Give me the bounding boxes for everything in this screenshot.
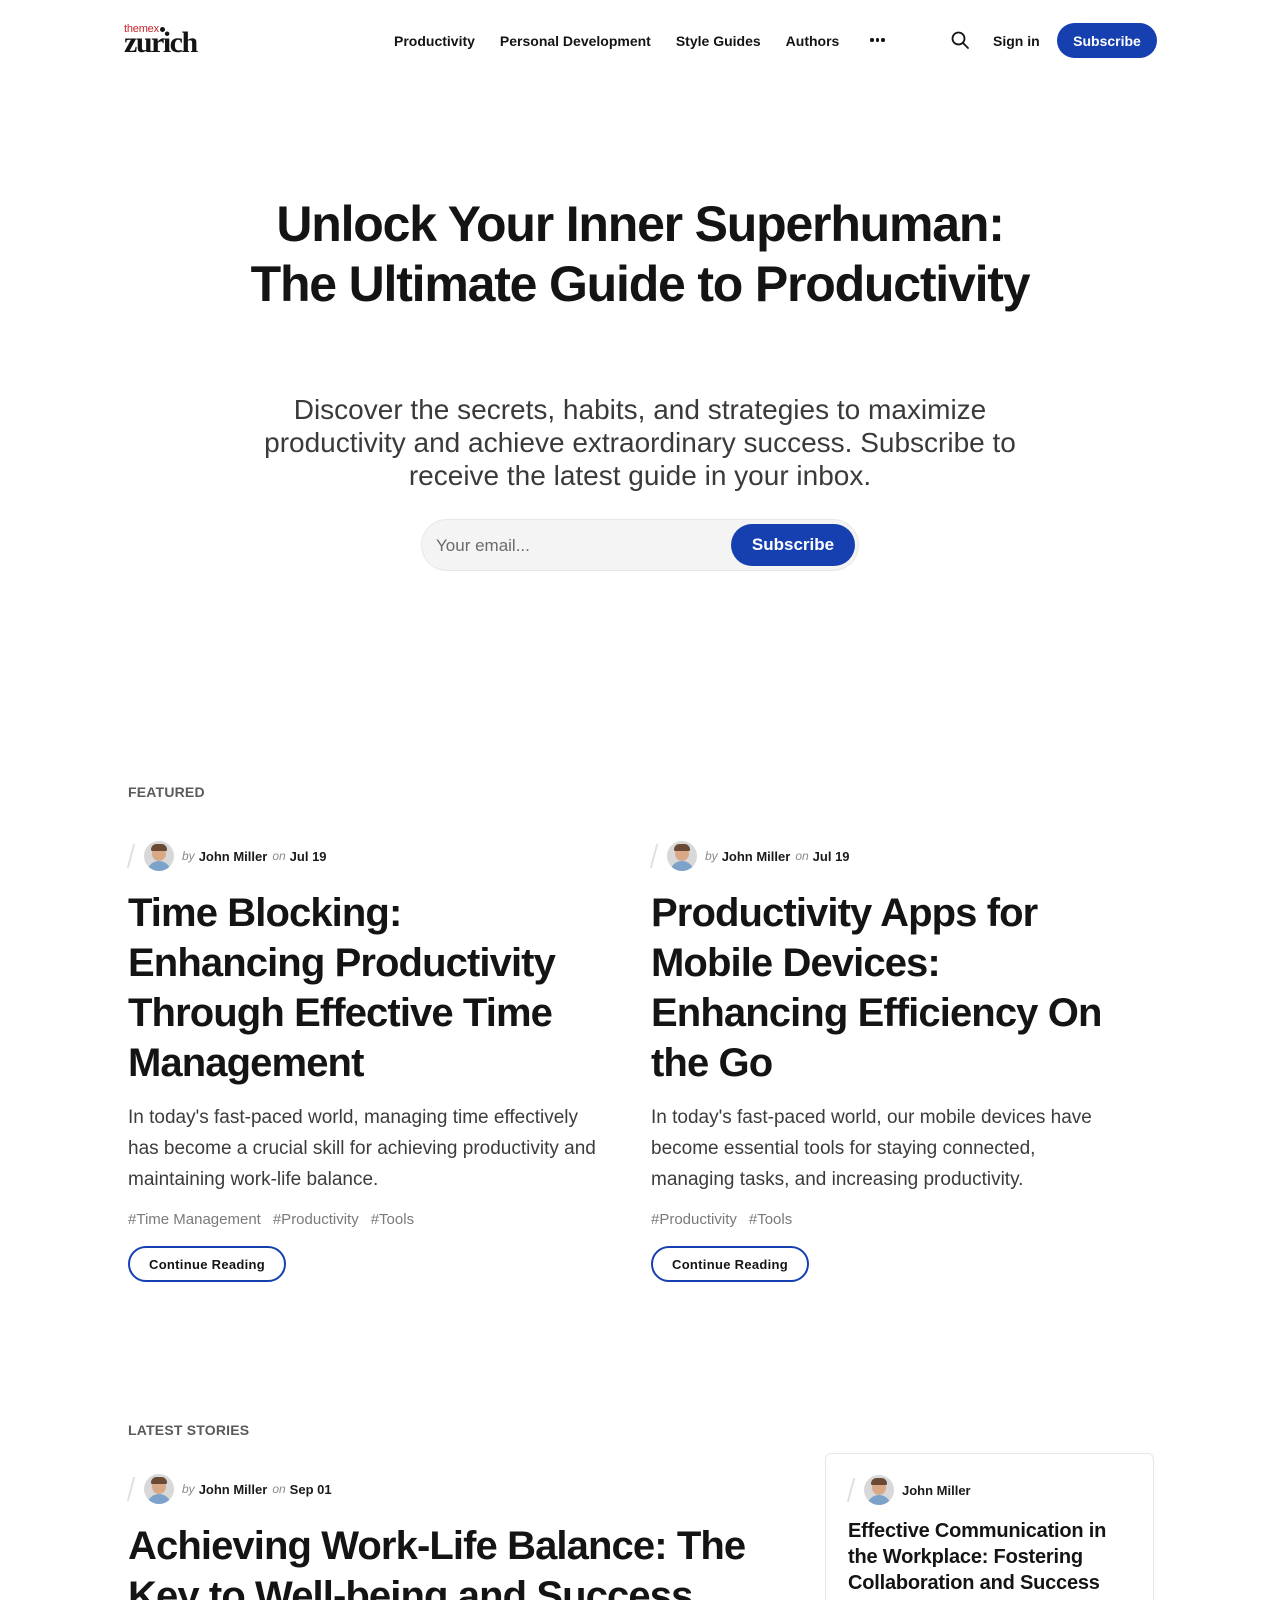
tag-link[interactable]: #Productivity xyxy=(273,1211,359,1228)
post-title[interactable]: Productivity Apps for Mobile Devices: En… xyxy=(651,888,1121,1088)
tag-link[interactable]: #Productivity xyxy=(651,1211,737,1228)
on-label: on xyxy=(272,1482,286,1496)
post-title[interactable]: Achieving Work-Life Balance: The Key to … xyxy=(128,1521,768,1600)
hero-subtitle: Discover the secrets, habits, and strate… xyxy=(264,394,1016,491)
on-label: on xyxy=(272,849,286,863)
post-date: Jul 19 xyxy=(812,848,850,864)
post-title[interactable]: Time Blocking: Enhancing Productivity Th… xyxy=(128,888,598,1088)
nav-item-personal-development[interactable]: Personal Development xyxy=(500,31,651,51)
post-date: Sep 01 xyxy=(289,1481,332,1497)
continue-reading-button[interactable]: Continue Reading xyxy=(128,1246,287,1282)
post-excerpt: In today's fast-paced world, our mobile … xyxy=(651,1107,1092,1190)
featured-post-card: by John Miller on Jul 19 Time Blocking: … xyxy=(126,840,598,1282)
site-logo[interactable]: themex zurich xyxy=(124,24,204,58)
tag-link[interactable]: #Tools xyxy=(371,1211,414,1228)
side-post-title[interactable]: Effective Communication in the Workplace… xyxy=(848,1518,1131,1596)
avatar[interactable] xyxy=(144,841,174,871)
signin-link[interactable]: Sign in xyxy=(993,31,1040,51)
author-name[interactable]: John Miller xyxy=(902,1483,971,1498)
main-nav: Productivity Personal Development Style … xyxy=(394,31,864,51)
site-header: themex zurich Productivity Personal Deve… xyxy=(0,0,1280,80)
avatar[interactable] xyxy=(667,841,697,871)
on-label: on xyxy=(795,849,809,863)
post-tags: #Productivity #Tools xyxy=(651,1211,1121,1228)
by-label: by xyxy=(182,1482,195,1496)
email-input[interactable] xyxy=(436,534,716,558)
post-meta: by John Miller on Sep 01 xyxy=(126,1473,788,1505)
author-name[interactable]: John Miller xyxy=(199,1482,268,1497)
by-label: by xyxy=(705,849,718,863)
tag-link[interactable]: #Tools xyxy=(749,1211,792,1228)
more-dots-icon[interactable] xyxy=(870,32,888,48)
avatar[interactable] xyxy=(864,1475,894,1505)
post-meta: by John Miller on Jul 19 xyxy=(649,840,1121,872)
meta-divider xyxy=(649,844,659,868)
hero-title: Unlock Your Inner Superhuman: The Ultima… xyxy=(250,196,1031,312)
post-date: Jul 19 xyxy=(289,848,327,864)
post-meta: by John Miller on Jul 19 xyxy=(126,840,598,872)
by-label: by xyxy=(182,849,195,863)
header-subscribe-button[interactable]: Subscribe xyxy=(1057,23,1157,58)
post-tags: #Time Management #Productivity #Tools xyxy=(128,1211,598,1228)
author-name[interactable]: John Miller xyxy=(199,849,268,864)
post-excerpt: In today's fast-paced world, managing ti… xyxy=(128,1107,596,1190)
logo-big-text: zurich xyxy=(124,26,198,59)
featured-post-card: by John Miller on Jul 19 Productivity Ap… xyxy=(649,840,1121,1282)
nav-item-productivity[interactable]: Productivity xyxy=(394,31,475,51)
tag-link[interactable]: #Time Management xyxy=(128,1211,261,1228)
nav-item-authors[interactable]: Authors xyxy=(786,31,840,51)
avatar[interactable] xyxy=(144,1474,174,1504)
latest-stories-label: LATEST STORIES xyxy=(128,1422,250,1438)
side-post-card[interactable]: John Miller Effective Communication in t… xyxy=(825,1453,1154,1600)
nav-item-style-guides[interactable]: Style Guides xyxy=(676,31,761,51)
continue-reading-button[interactable]: Continue Reading xyxy=(651,1246,810,1282)
search-icon[interactable] xyxy=(950,30,970,50)
latest-post-card: by John Miller on Sep 01 Achieving Work-… xyxy=(126,1473,788,1600)
meta-divider xyxy=(126,1477,136,1501)
meta-divider xyxy=(126,844,136,868)
author-name[interactable]: John Miller xyxy=(722,849,791,864)
post-meta: John Miller xyxy=(846,1474,1131,1506)
hero-subscribe-button[interactable]: Subscribe xyxy=(731,524,855,566)
featured-label: FEATURED xyxy=(128,784,205,800)
email-subscribe-form: Subscribe xyxy=(421,519,859,571)
meta-divider xyxy=(846,1478,856,1502)
